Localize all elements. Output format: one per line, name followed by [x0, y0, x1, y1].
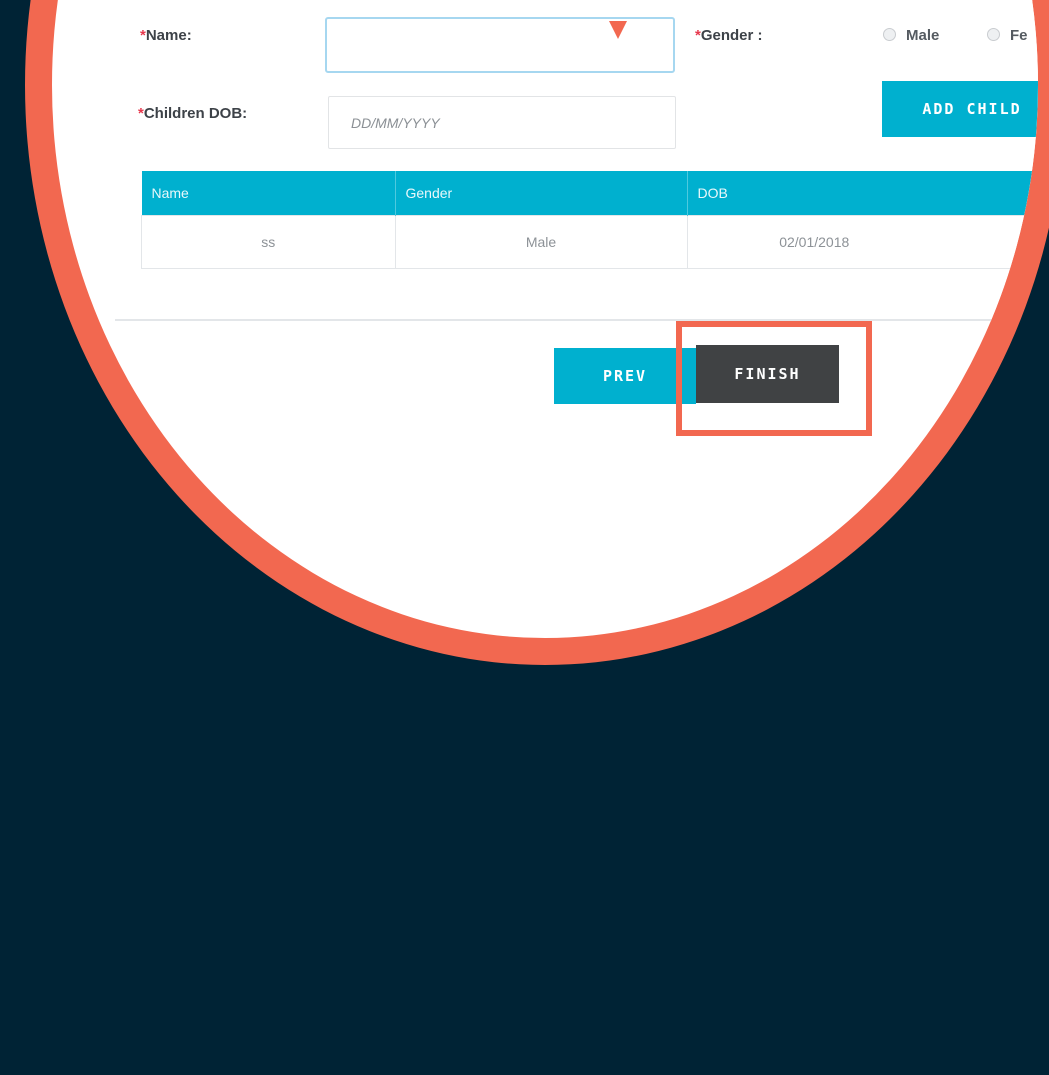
gender-label: *Gender : — [695, 27, 763, 44]
cell-name: ss — [141, 215, 396, 269]
pointer-marker-icon — [609, 21, 627, 39]
cell-dob: 02/01/2018 — [686, 215, 1038, 269]
prev-label: PREV — [602, 367, 648, 385]
dob-label-text: Children DOB: — [143, 105, 248, 122]
dob-placeholder: DD/MM/YYYY — [351, 115, 440, 131]
radio-label-male: Male — [906, 27, 940, 44]
dob-label: *Children DOB: — [138, 105, 247, 122]
radio-circle-icon — [987, 28, 1000, 41]
column-header-dob: DOB — [687, 171, 1038, 216]
finish-label: FINISH — [734, 365, 801, 383]
name-label: *Name: — [140, 27, 192, 44]
finish-button[interactable]: FINISH — [696, 345, 839, 403]
column-header-name: Name — [141, 171, 396, 216]
gender-label-text: Gender : — [700, 27, 763, 44]
magnifier-circle: *Name: *Gender : Male Fe *Children DOB: … — [25, 0, 1049, 665]
zoomed-form-area: *Name: *Gender : Male Fe *Children DOB: … — [52, 0, 1038, 638]
gender-radio-male[interactable]: Male — [883, 27, 939, 44]
prev-button[interactable]: PREV — [554, 348, 696, 404]
cell-gender: Male — [394, 215, 688, 269]
table-header-row: Name Gender DOB — [141, 171, 1038, 216]
add-child-button[interactable]: ADD CHILD — [882, 81, 1038, 137]
radio-circle-icon — [883, 28, 896, 41]
dob-input[interactable]: DD/MM/YYYY — [328, 96, 676, 149]
name-label-text: Name: — [145, 27, 192, 44]
add-child-label: ADD CHILD — [922, 100, 1022, 118]
table-row: ss Male 02/01/2018 — [141, 215, 1038, 269]
radio-label-female: Fe — [1010, 27, 1028, 44]
gender-radio-female[interactable]: Fe — [987, 27, 1028, 44]
column-header-gender: Gender — [395, 171, 688, 216]
children-table: Name Gender DOB ss Male 02/01/2018 — [141, 171, 1038, 269]
